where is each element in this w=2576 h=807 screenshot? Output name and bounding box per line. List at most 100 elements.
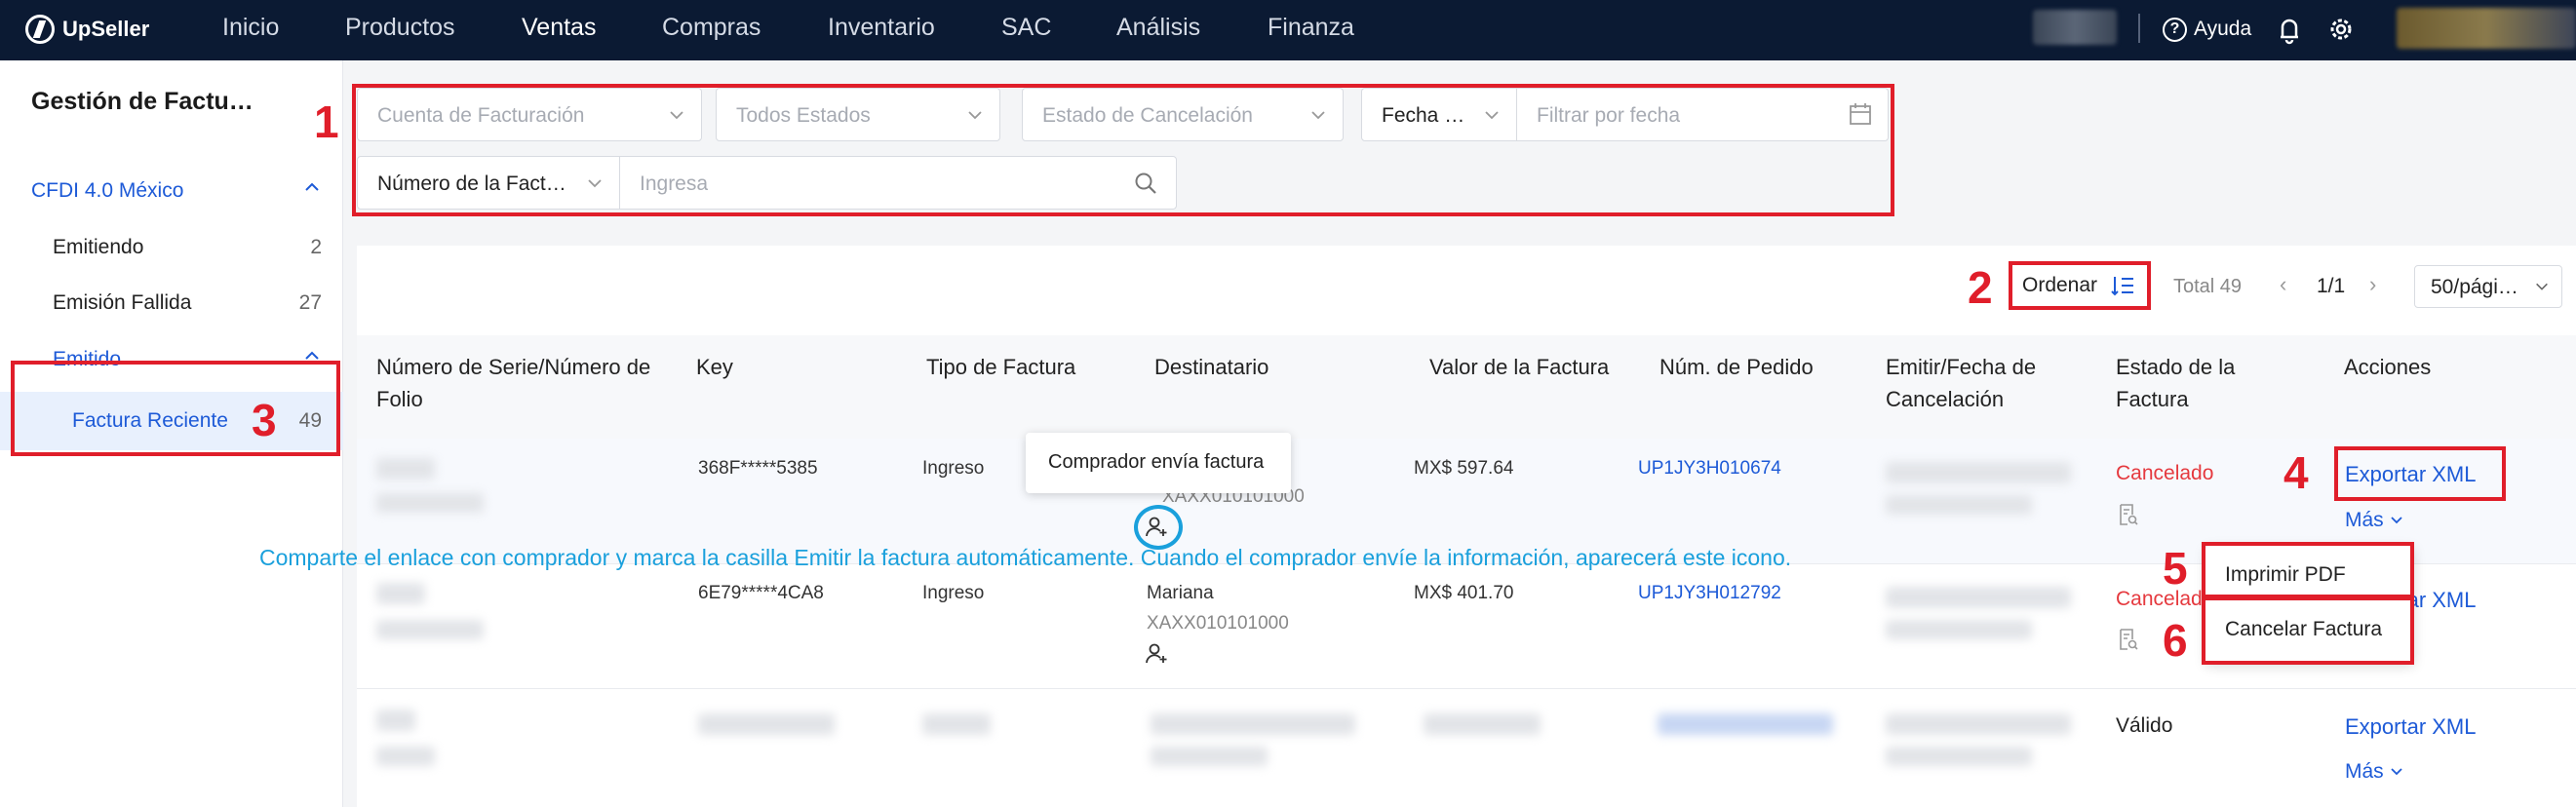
header-acciones: Acciones [2344, 355, 2432, 379]
nav-divider [2138, 14, 2140, 43]
row-status: Cancelado [2116, 462, 2214, 484]
chevron-down-icon [2536, 283, 2548, 290]
header-pedido: Núm. de Pedido [1659, 355, 1814, 379]
blurred-date [1886, 747, 2032, 766]
sidebar-group-cfdi[interactable]: CFDI 4.0 México [0, 164, 343, 218]
nav-productos[interactable]: Productos [345, 14, 455, 42]
per-page-value: 50/pági… [2431, 276, 2518, 298]
chevron-down-icon [2390, 768, 2402, 776]
nav-analisis[interactable]: Análisis [1116, 14, 1200, 42]
buyer-invoice-icon[interactable] [1145, 641, 1168, 665]
nav-finanza[interactable]: Finanza [1268, 14, 1354, 42]
prev-page-button[interactable]: ‹ [2280, 272, 2286, 297]
blurred-account-avatar[interactable] [2397, 8, 2576, 49]
blurred-type [922, 713, 991, 735]
header-serie: Número de Serie/Número de Folio [376, 355, 651, 411]
gear-icon[interactable] [2326, 14, 2356, 45]
sidebar-item-emitiendo[interactable]: Emitiendo 2 [0, 220, 343, 275]
document-search-icon[interactable] [2118, 503, 2139, 526]
row-type: Ingreso [922, 583, 985, 603]
row-recipient-name: Mariana [1147, 583, 1214, 603]
annotation-box-print [2202, 542, 2414, 598]
annotation-box-cancel [2202, 596, 2414, 665]
chevron-up-icon [305, 182, 319, 191]
blurred-date [1886, 495, 2032, 515]
more-button[interactable]: Más [2345, 509, 2403, 532]
next-page-button[interactable]: › [2369, 272, 2376, 297]
nav-sac[interactable]: SAC [1001, 14, 1051, 42]
blurred-recipient [1151, 713, 1355, 735]
blurred-shop-selector[interactable] [2033, 10, 2117, 45]
row-amount: MX$ 401.70 [1414, 583, 1514, 603]
nav-inicio[interactable]: Inicio [222, 14, 279, 42]
blurred-rfc [1151, 747, 1268, 766]
sidebar-item-label: Emisión Fallida [53, 291, 192, 314]
sidebar-title: Gestión de Factu… [31, 88, 254, 115]
row-recipient-rfc: XAXX010101000 [1147, 613, 1289, 634]
help-label: Ayuda [2194, 18, 2252, 40]
annotation-number: 1 [314, 96, 339, 147]
annotation-box-sort [2009, 261, 2151, 310]
nav-ventas[interactable]: Ventas [522, 14, 596, 42]
blurred-folio [376, 493, 484, 513]
nav-inventario[interactable]: Inventario [828, 14, 935, 42]
document-search-icon[interactable] [2118, 628, 2139, 651]
row-divider [357, 688, 2576, 689]
sidebar-item-label: Emitiendo [53, 236, 144, 258]
sidebar-item-emision-fallida[interactable]: Emisión Fallida 27 [0, 276, 343, 330]
more-label: Más [2345, 760, 2384, 783]
nav-compras[interactable]: Compras [662, 14, 761, 42]
row-key: 6E79*****4CA8 [698, 583, 824, 603]
page-indicator: 1/1 [2317, 275, 2346, 297]
export-xml-button[interactable]: Exportar XML [2345, 714, 2477, 740]
sidebar-group-label: CFDI 4.0 México [31, 179, 184, 202]
blurred-date [1886, 462, 2071, 483]
top-navigation: UpSeller Inicio Productos Ventas Compras… [0, 0, 2576, 60]
annotation-number: 4 [2283, 447, 2309, 498]
total-count: Total 49 [2173, 276, 2243, 297]
annotation-number: 5 [2163, 543, 2188, 594]
annotation-box-filters [352, 84, 1894, 216]
tooltip-text: Comprador envía factura [1048, 451, 1265, 473]
header-estado: Estado de la Factura [2116, 355, 2236, 411]
annotation-number: 6 [2163, 615, 2188, 666]
upseller-logo-icon [25, 15, 55, 44]
blurred-folio [376, 620, 484, 639]
buyer-invoice-tooltip: Comprador envía factura [1026, 433, 1291, 493]
help-icon: ? [2163, 17, 2187, 42]
blurred-serie [376, 710, 415, 731]
annotation-box-sidebar [11, 361, 340, 456]
sidebar-item-count: 2 [310, 236, 322, 258]
row-order-link[interactable]: UP1JY3H010674 [1638, 458, 1781, 480]
header-destinatario: Destinatario [1154, 355, 1269, 379]
per-page-select[interactable]: 50/pági… [2414, 265, 2562, 308]
annotation-box-export [2334, 446, 2506, 501]
annotation-number: 2 [1968, 262, 1993, 313]
annotation-circle-icon [1134, 505, 1183, 550]
header-fecha: Emitir/Fecha de Cancelación [1886, 355, 2037, 411]
header-key: Key [696, 355, 733, 379]
brand-name: UpSeller [62, 17, 150, 41]
blurred-serie [376, 458, 435, 480]
more-label: Más [2345, 509, 2384, 531]
annotation-number: 3 [252, 395, 277, 445]
blurred-date [1886, 620, 2032, 639]
header-valor: Valor de la Factura [1429, 355, 1610, 379]
chevron-down-icon [2390, 517, 2402, 524]
blurred-serie [376, 583, 425, 604]
row-order-link[interactable]: UP1JY3H012792 [1638, 583, 1781, 604]
blurred-amount [1424, 713, 1541, 735]
bell-icon[interactable] [2276, 14, 2303, 45]
row-key: 368F*****5385 [698, 458, 818, 479]
blurred-key [698, 713, 835, 735]
more-button[interactable]: Más [2345, 760, 2403, 784]
blurred-folio [376, 747, 435, 766]
help-button[interactable]: ? Ayuda [2163, 14, 2251, 45]
row-status: Válido [2116, 714, 2173, 737]
brand-logo[interactable]: UpSeller [25, 12, 149, 47]
blurred-date [1886, 713, 2071, 735]
blurred-date [1886, 587, 2071, 608]
header-tipo: Tipo de Factura [926, 355, 1076, 379]
annotation-note: Comparte el enlace con comprador y marca… [259, 545, 1792, 570]
row-type: Ingreso [922, 458, 985, 479]
